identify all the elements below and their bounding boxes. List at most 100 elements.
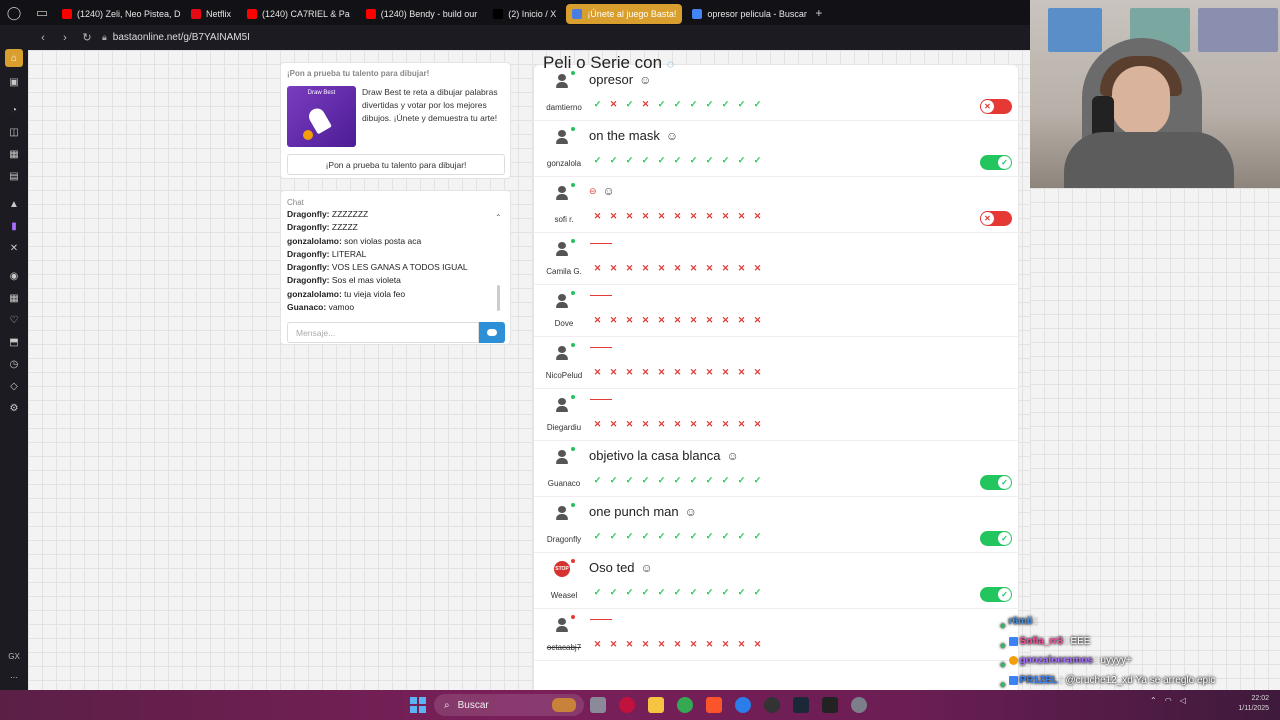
reload-icon[interactable]: ↻ <box>80 31 94 44</box>
check-icon: ✓ <box>753 587 762 597</box>
answer-valid-toggle[interactable]: ✓ <box>980 155 1012 170</box>
answer-valid-toggle[interactable]: ✕ <box>980 99 1012 114</box>
gx-label[interactable]: GX <box>8 652 20 661</box>
extensions-icon[interactable]: ◉ <box>6 269 22 283</box>
search-icon[interactable]: 🔍︎ <box>1023 564 1030 586</box>
stop-avatar-icon[interactable]: STOP <box>554 561 570 577</box>
answer-valid-toggle[interactable]: ✕ <box>980 211 1012 226</box>
player-name[interactable]: damtierno <box>536 103 592 112</box>
player-name[interactable]: Diegardiu <box>536 423 592 432</box>
browser-logo-icon[interactable]: ◯ <box>0 0 28 25</box>
user-avatar-icon[interactable] <box>554 617 570 633</box>
smile-icon[interactable]: ☺ <box>727 449 739 463</box>
smile-icon[interactable]: ☺ <box>639 73 651 87</box>
controller-icon[interactable]: ▣ <box>6 75 22 89</box>
user-avatar-icon[interactable] <box>554 129 570 145</box>
wifi-icon[interactable]: ◠ <box>1165 696 1172 705</box>
browser-tab[interactable]: (1240) Bendy - build our <box>360 4 484 24</box>
cube-icon[interactable]: ◇ <box>6 379 22 393</box>
promo-button[interactable]: ¡Pon a prueba tu talento para dibujar! <box>287 154 505 175</box>
check-icon: ✓ <box>593 587 602 597</box>
sub-badge-icon <box>1008 636 1018 646</box>
edge-icon[interactable] <box>735 697 751 713</box>
user-avatar-icon[interactable] <box>554 449 570 465</box>
app-icon[interactable] <box>822 697 838 713</box>
bag-icon[interactable]: ◫ <box>6 125 22 139</box>
user-avatar-icon[interactable] <box>554 293 570 309</box>
player-icon[interactable]: ▤ <box>6 169 22 183</box>
heart-icon[interactable]: ♡ <box>6 313 22 327</box>
user-avatar-icon[interactable] <box>554 73 570 89</box>
smile-icon[interactable]: ☺ <box>666 129 678 143</box>
browser-tab[interactable]: (2) Inicio / X <box>487 4 562 24</box>
taskbar-search[interactable]: ⌕ Buscar <box>434 694 584 716</box>
back-icon[interactable]: ‹ <box>36 32 50 44</box>
url-text[interactable]: bastaonline.net/g/B7YAINAM5I <box>113 32 250 43</box>
user-avatar-icon[interactable] <box>554 345 570 361</box>
search-icon[interactable]: 🔍︎ <box>1023 452 1030 474</box>
answer-valid-toggle[interactable]: ✓ <box>980 531 1012 546</box>
answer-valid-toggle[interactable]: ✓ <box>980 587 1012 602</box>
player-name[interactable]: sofi r. <box>536 215 592 224</box>
chat-messages[interactable]: Dragonfly: ZZZZZZZ Dragonfly: ZZZZZ gonzal… <box>287 208 492 314</box>
search-icon[interactable]: 🔍︎ <box>1023 188 1030 210</box>
chrome-icon[interactable] <box>677 697 693 713</box>
tab-menu-icon[interactable]: ▭ <box>28 0 56 25</box>
user-avatar-icon[interactable] <box>554 505 570 521</box>
chevron-up-icon[interactable]: ⌃ <box>495 213 502 222</box>
smile-icon[interactable]: ☺ <box>603 184 615 198</box>
windows-start-icon[interactable] <box>410 697 426 713</box>
browser-tab[interactable]: (1240) Zeli, Neo Pistea, D <box>56 4 181 24</box>
browser-tab[interactable]: ¡Únete al juego Basta! <box>566 3 683 24</box>
player-name[interactable]: gonzalola <box>536 159 592 168</box>
app-icon[interactable]: ▲ <box>6 197 22 211</box>
player-name[interactable]: Guanaco <box>536 479 592 488</box>
task-view-icon[interactable] <box>590 697 606 713</box>
player-name[interactable]: Dove <box>536 319 592 328</box>
settings-icon[interactable] <box>851 697 867 713</box>
user-avatar-icon[interactable] <box>554 241 570 257</box>
check-icon: ✓ <box>737 475 746 485</box>
smile-icon[interactable]: ☺ <box>641 561 653 575</box>
x-icon[interactable]: ✕ <box>6 241 22 255</box>
player-name[interactable]: Camila G. <box>536 267 592 276</box>
browser-tab[interactable]: Netflix <box>185 4 237 24</box>
clock[interactable]: 22:02 1/11/2025 <box>1225 694 1269 714</box>
browser-tab[interactable]: opresor pelicula - Buscar <box>686 4 811 24</box>
send-button[interactable] <box>479 322 505 343</box>
url-field[interactable]: 🔒︎ bastaonline.net/g/B7YAINAM5I <box>102 32 250 43</box>
opera-icon[interactable] <box>619 697 635 713</box>
chat-scrollbar[interactable] <box>497 285 500 311</box>
steam-icon[interactable] <box>793 697 809 713</box>
user-avatar-icon[interactable] <box>554 397 570 413</box>
more-icon[interactable]: ⋯ <box>10 673 18 682</box>
player-name[interactable]: Dragonfly <box>536 535 592 544</box>
speed-dial-icon[interactable]: ◔ <box>6 103 22 117</box>
brave-icon[interactable] <box>706 697 722 713</box>
search-icon[interactable]: 🔍︎ <box>1023 508 1030 530</box>
browser-tab[interactable]: (1240) CA7RIEL & Pa <box>241 4 356 24</box>
user-avatar-icon[interactable] <box>554 185 570 201</box>
obs-icon[interactable] <box>764 697 780 713</box>
chat-input[interactable]: Mensaje... <box>287 322 479 343</box>
smile-icon[interactable]: ☺ <box>685 505 697 519</box>
player-name[interactable]: NicoPelud <box>536 371 592 380</box>
apps-icon[interactable]: ▦ <box>6 291 22 305</box>
player-name[interactable]: octacabj7 <box>536 643 592 652</box>
pinboard-icon[interactable]: ▦ <box>6 147 22 161</box>
new-tab-icon[interactable]: + <box>815 6 822 20</box>
chevron-up-icon[interactable]: ⌃ <box>1150 696 1157 705</box>
twitch-icon[interactable]: ▮ <box>6 219 22 233</box>
folder-icon[interactable] <box>648 697 664 713</box>
home-icon[interactable]: ⌂ <box>5 49 23 67</box>
search-icon[interactable]: 🔍︎ <box>1023 132 1030 154</box>
forward-icon[interactable]: › <box>58 32 72 44</box>
speaker-icon[interactable]: ◁ <box>1180 696 1186 705</box>
answer-valid-toggle[interactable]: ✓ <box>980 475 1012 490</box>
search-icon[interactable]: 🔍︎ <box>1023 76 1030 98</box>
history-icon[interactable]: ◷ <box>6 357 22 371</box>
bookmark-icon[interactable]: ⬒ <box>6 335 22 349</box>
promo-image[interactable]: Draw Best <box>287 86 356 147</box>
settings-icon[interactable]: ⚙ <box>6 401 22 415</box>
player-name[interactable]: Weasel <box>536 591 592 600</box>
